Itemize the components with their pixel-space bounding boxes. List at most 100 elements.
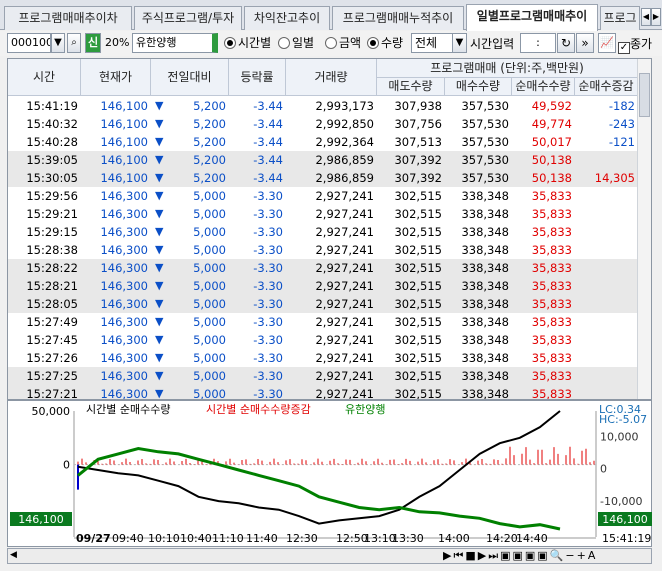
- table-cell: ▼ 5,000: [151, 349, 229, 367]
- table-row[interactable]: 15:29:21 146,300 ▼ 5,000 -3.30 2,927,241 302,5…: [8, 205, 638, 223]
- table-row[interactable]: 15:30:05 146,100 ▼ 5,200 -3.44 2,986,859 307,3…: [8, 169, 638, 187]
- tab-program-trend-diff[interactable]: 프로그램매매추이차: [4, 6, 132, 30]
- col-header-time[interactable]: 시간: [8, 59, 81, 96]
- net-qty-line: [77, 410, 561, 525]
- table-cell: 2,986,859: [315, 153, 374, 167]
- table-row[interactable]: 15:29:15 146,300 ▼ 5,000 -3.30 2,927,241 302,5…: [8, 223, 638, 241]
- close-price-label: 종가: [630, 37, 653, 51]
- table-row[interactable]: 15:41:19 146,100 ▼ 5,200 -3.44 2,993,173 307,9…: [8, 97, 638, 115]
- radio-by-day[interactable]: 일별: [278, 35, 314, 51]
- x-tick-label: 10:10: [148, 532, 180, 545]
- code-dropdown-arrow-icon[interactable]: ▼: [51, 33, 65, 53]
- search-icon[interactable]: ⌕: [67, 33, 81, 53]
- table-cell: 357,530: [461, 153, 509, 167]
- radio-by-time[interactable]: 시간별: [224, 35, 271, 51]
- table-cell: ▼ 5,000: [151, 259, 229, 277]
- table-cell: ▼ 5,200: [151, 169, 229, 187]
- table-cell: 49,592: [531, 99, 572, 113]
- col-header-change[interactable]: 전일대비: [151, 59, 229, 96]
- x-tick-label: 14:40: [516, 532, 548, 545]
- table-cell: 302,515: [394, 261, 442, 275]
- radio-off-icon: [278, 37, 290, 49]
- table-cell: -243: [608, 117, 635, 131]
- vertical-scrollbar[interactable]: [637, 59, 651, 399]
- table-cell: ▼ 5,000: [151, 367, 229, 385]
- radio-amount[interactable]: 금액: [325, 35, 361, 51]
- table-row[interactable]: 15:40:28 146,100 ▼ 5,200 -3.44 2,992,364 307,5…: [8, 133, 638, 151]
- table-cell: [575, 367, 638, 385]
- table-row[interactable]: 15:28:38 146,300 ▼ 5,000 -3.30 2,927,241 302,5…: [8, 241, 638, 259]
- table-row[interactable]: 15:27:26 146,300 ▼ 5,000 -3.30 2,927,241 302,5…: [8, 349, 638, 367]
- tab-prev-button[interactable]: ◀: [641, 8, 651, 26]
- table-row[interactable]: 15:29:56 146,300 ▼ 5,000 -3.30 2,927,241 302,5…: [8, 187, 638, 205]
- close-price-checkbox[interactable]: ✓ 종가: [618, 35, 652, 54]
- table-cell: [575, 205, 638, 223]
- table-cell: 2,927,241: [315, 261, 374, 275]
- cell-text: 5,000: [193, 315, 226, 329]
- table-cell: 15:28:05: [26, 297, 78, 311]
- table-cell: 338,348: [461, 333, 509, 347]
- time-input[interactable]: :: [520, 33, 556, 53]
- table-row[interactable]: 15:27:45 146,300 ▼ 5,000 -3.30 2,927,241 302,5…: [8, 331, 638, 349]
- col-header-change-rate[interactable]: 등락률: [229, 59, 286, 96]
- legend-net-change: 시간별 순매수수량증감: [206, 403, 311, 416]
- down-arrow-icon: ▼: [155, 117, 164, 130]
- table-cell: 15:28:38: [26, 243, 78, 257]
- cell-text: 5,200: [193, 171, 226, 185]
- table-row[interactable]: 15:28:05 146,300 ▼ 5,000 -3.30 2,927,241 302,5…: [8, 295, 638, 313]
- table-cell: 307,938: [394, 99, 442, 113]
- radio-quantity[interactable]: 수량: [367, 35, 403, 51]
- table-cell: -3.30: [253, 243, 283, 257]
- table-cell: 2,927,241: [315, 351, 374, 365]
- table-cell: 146,300: [100, 207, 148, 221]
- chart-controls[interactable]: ▶⏮■▶⏭▣▣▣▣🔍−+A: [443, 549, 597, 563]
- horizontal-scrollbar[interactable]: ◀ ▶⏮■▶⏭▣▣▣▣🔍−+A: [7, 548, 652, 564]
- table-row[interactable]: 15:27:21 146,300 ▼ 5,000 -3.30 2,927,241 302,5…: [8, 385, 638, 399]
- cell-text: 5,200: [193, 153, 226, 167]
- table-cell: 338,348: [461, 351, 509, 365]
- table-cell: 146,300: [100, 225, 148, 239]
- chevron-down-icon[interactable]: ▼: [452, 33, 467, 53]
- table-cell: 35,833: [531, 315, 572, 329]
- down-arrow-icon: ▼: [155, 315, 164, 328]
- table-row[interactable]: 15:40:32 146,100 ▼ 5,200 -3.44 2,992,850 307,7…: [8, 115, 638, 133]
- margin-rate: 20%: [105, 36, 130, 49]
- scroll-left-icon[interactable]: ◀: [10, 550, 17, 560]
- tab-arbitrage-balance[interactable]: 차익잔고추이: [244, 6, 330, 30]
- down-arrow-icon: ▼: [155, 243, 164, 256]
- col-header-net-qty[interactable]: 순매수수량: [512, 78, 575, 96]
- tab-program-more[interactable]: 프로그: [600, 6, 640, 30]
- table-cell: 15:27:26: [26, 351, 78, 365]
- col-header-volume[interactable]: 거래량: [286, 59, 377, 96]
- chart-toggle-icon[interactable]: 📈: [598, 33, 616, 53]
- market-select[interactable]: 전체: [411, 33, 455, 53]
- table-cell: 49,774: [531, 117, 572, 131]
- table-row[interactable]: 15:27:25 146,300 ▼ 5,000 -3.30 2,927,241 302,5…: [8, 367, 638, 385]
- table-cell: 15:29:15: [26, 225, 78, 239]
- radio-amount-label: 금액: [339, 36, 362, 50]
- tab-stock-program-investor[interactable]: 주식프로그램/투자: [134, 6, 242, 30]
- radio-off-icon: [325, 37, 337, 49]
- col-header-sell-qty[interactable]: 매도수량: [377, 78, 445, 96]
- col-header-price[interactable]: 현재가: [81, 59, 151, 96]
- price-badge-right: 146,100: [602, 513, 648, 526]
- table-cell: [575, 241, 638, 259]
- right-tick-label: -10,000: [600, 495, 642, 508]
- cell-text: 5,000: [193, 261, 226, 275]
- tab-daily-program-trend[interactable]: 일별프로그램매매추이: [466, 4, 598, 31]
- col-header-net-change[interactable]: 순매수증감: [575, 78, 638, 96]
- next-page-icon[interactable]: »: [576, 33, 594, 53]
- down-arrow-icon: ▼: [155, 351, 164, 364]
- table-row[interactable]: 15:39:05 146,100 ▼ 5,200 -3.44 2,986,859 307,3…: [8, 151, 638, 169]
- table-row[interactable]: 15:28:22 146,300 ▼ 5,000 -3.30 2,927,241 302,5…: [8, 259, 638, 277]
- table-row[interactable]: 15:27:49 146,300 ▼ 5,000 -3.30 2,927,241 302,5…: [8, 313, 638, 331]
- scroll-thumb[interactable]: [639, 73, 650, 117]
- table-row[interactable]: 15:28:21 146,300 ▼ 5,000 -3.30 2,927,241 302,5…: [8, 277, 638, 295]
- refresh-icon[interactable]: ↻: [557, 33, 575, 53]
- tab-program-cumulative[interactable]: 프로그램매매누적추이: [332, 6, 464, 30]
- col-header-buy-qty[interactable]: 매수수량: [445, 78, 512, 96]
- stock-code-input[interactable]: 000100: [7, 33, 51, 53]
- tab-next-button[interactable]: ▶: [651, 8, 661, 26]
- table-cell: 307,513: [394, 135, 442, 149]
- table-cell: ▼ 5,200: [151, 97, 229, 115]
